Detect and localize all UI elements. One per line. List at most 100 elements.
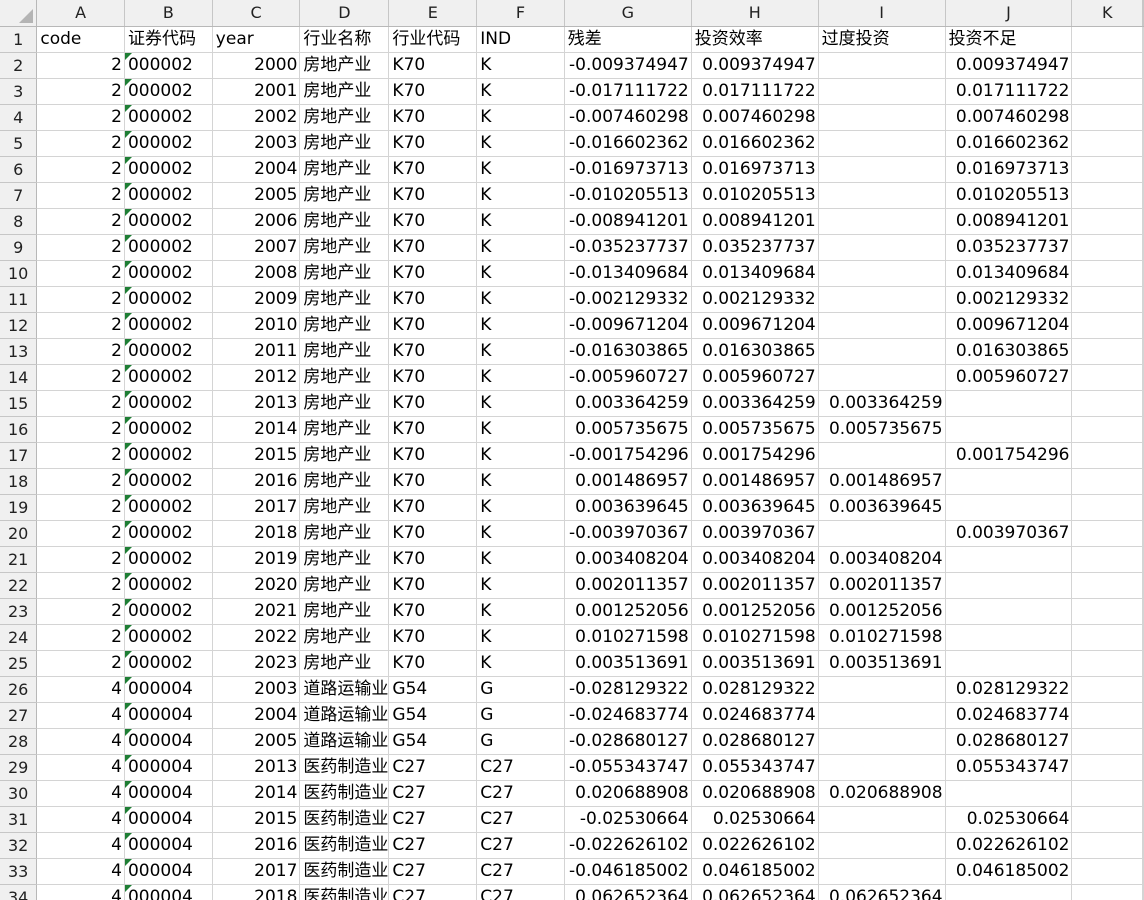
cell-code[interactable]: 4: [36, 858, 125, 885]
row-header[interactable]: 22: [0, 572, 38, 599]
cell-eff[interactable]: 0.017111722: [691, 78, 819, 105]
cell-empty[interactable]: [1142, 104, 1144, 131]
cell-ind[interactable]: K: [476, 52, 565, 79]
cell-code[interactable]: 2: [36, 468, 125, 495]
cell-sec[interactable]: 000002: [124, 624, 213, 651]
cell-eff[interactable]: 0.001252056: [691, 598, 819, 625]
cell-empty[interactable]: [1142, 312, 1144, 339]
cell-empty[interactable]: [1142, 546, 1144, 573]
cell-year[interactable]: 2017: [212, 494, 301, 521]
cell-under[interactable]: 0.003970367: [945, 520, 1073, 547]
cell-ind-code[interactable]: K70: [388, 390, 478, 417]
cell-code[interactable]: 2: [36, 494, 125, 521]
cell-empty[interactable]: [1071, 676, 1143, 703]
cell-year[interactable]: 2013: [212, 754, 301, 781]
cell-empty[interactable]: [1071, 884, 1143, 900]
row-header[interactable]: 10: [0, 260, 38, 287]
cell-code[interactable]: 2: [36, 442, 125, 469]
column-header-g[interactable]: G: [564, 0, 692, 27]
cell-over[interactable]: [818, 520, 946, 547]
cell-code[interactable]: 2: [36, 104, 125, 131]
cell-resid[interactable]: -0.003970367: [564, 520, 692, 547]
row-header[interactable]: 12: [0, 312, 38, 339]
cell[interactable]: code: [36, 26, 125, 53]
cell-resid[interactable]: -0.046185002: [564, 858, 692, 885]
cell-year[interactable]: 2022: [212, 624, 301, 651]
cell-sec[interactable]: 000004: [124, 832, 213, 859]
cell-under[interactable]: 0.010205513: [945, 182, 1073, 209]
cell-over[interactable]: 0.001486957: [818, 468, 946, 495]
column-header-c[interactable]: C: [212, 0, 301, 27]
cell-under[interactable]: 0.002129332: [945, 286, 1073, 313]
cell-resid[interactable]: -0.022626102: [564, 832, 692, 859]
cell-over[interactable]: [818, 832, 946, 859]
cell-eff[interactable]: 0.010271598: [691, 624, 819, 651]
cell-ind[interactable]: K: [476, 286, 565, 313]
cell-ind[interactable]: K: [476, 546, 565, 573]
cell-empty[interactable]: [1142, 182, 1144, 209]
cell-ind-name[interactable]: 房地产业: [299, 364, 390, 391]
cell-ind-name[interactable]: 房地产业: [299, 130, 390, 157]
cell-under[interactable]: [945, 390, 1073, 417]
cell[interactable]: IND: [476, 26, 565, 53]
cell-under[interactable]: 0.02530664: [945, 806, 1073, 833]
cell-year[interactable]: 2010: [212, 312, 301, 339]
cell-ind-code[interactable]: K70: [388, 182, 478, 209]
row-header[interactable]: 20: [0, 520, 38, 547]
cell-empty[interactable]: [1142, 676, 1144, 703]
cell-over[interactable]: [818, 260, 946, 287]
cell-under[interactable]: [945, 780, 1073, 807]
cell-over[interactable]: [818, 858, 946, 885]
cell-empty[interactable]: [1142, 78, 1144, 105]
cell-resid[interactable]: -0.024683774: [564, 702, 692, 729]
cell-over[interactable]: [818, 104, 946, 131]
cell[interactable]: [1071, 26, 1143, 53]
cell-code[interactable]: 2: [36, 78, 125, 105]
column-header-f[interactable]: F: [476, 0, 565, 27]
cell[interactable]: 证券代码: [124, 26, 213, 53]
cell-ind-code[interactable]: G54: [388, 728, 478, 755]
cell-resid[interactable]: -0.008941201: [564, 208, 692, 235]
cell-ind[interactable]: C27: [476, 806, 565, 833]
cell-eff[interactable]: 0.003364259: [691, 390, 819, 417]
row-header[interactable]: 25: [0, 650, 38, 677]
cell-empty[interactable]: [1071, 780, 1143, 807]
cell-under[interactable]: 0.009671204: [945, 312, 1073, 339]
cell-empty[interactable]: [1071, 390, 1143, 417]
cell-ind-code[interactable]: K70: [388, 624, 478, 651]
cell-sec[interactable]: 000002: [124, 52, 213, 79]
cell-empty[interactable]: [1071, 130, 1143, 157]
cell-resid[interactable]: 0.002011357: [564, 572, 692, 599]
cell-sec[interactable]: 000004: [124, 702, 213, 729]
cell-over[interactable]: [818, 208, 946, 235]
cell-empty[interactable]: [1142, 442, 1144, 469]
cell-under[interactable]: [945, 572, 1073, 599]
cell-over[interactable]: 0.003639645: [818, 494, 946, 521]
cell-under[interactable]: [945, 884, 1073, 900]
cell-sec[interactable]: 000002: [124, 338, 213, 365]
cell-empty[interactable]: [1142, 26, 1144, 53]
cell-resid[interactable]: 0.003513691: [564, 650, 692, 677]
cell-eff[interactable]: 0.003970367: [691, 520, 819, 547]
cell-ind-name[interactable]: 道路运输业: [299, 728, 390, 755]
row-header[interactable]: 14: [0, 364, 38, 391]
cell-resid[interactable]: -0.005960727: [564, 364, 692, 391]
cell[interactable]: 行业名称: [299, 26, 390, 53]
cell-code[interactable]: 2: [36, 572, 125, 599]
cell-ind-name[interactable]: 房地产业: [299, 78, 390, 105]
row-header[interactable]: 34: [0, 884, 38, 900]
cell-empty[interactable]: [1142, 468, 1144, 495]
cell-year[interactable]: 2005: [212, 728, 301, 755]
cell-ind-name[interactable]: 房地产业: [299, 104, 390, 131]
cell-year[interactable]: 2013: [212, 390, 301, 417]
cell-empty[interactable]: [1071, 52, 1143, 79]
row-header[interactable]: 29: [0, 754, 38, 781]
cell-over[interactable]: [818, 156, 946, 183]
cell-ind-code[interactable]: K70: [388, 156, 478, 183]
cell-eff[interactable]: 0.046185002: [691, 858, 819, 885]
cell-empty[interactable]: [1142, 780, 1144, 807]
cell-under[interactable]: [945, 598, 1073, 625]
cell-empty[interactable]: [1071, 598, 1143, 625]
cell-code[interactable]: 4: [36, 728, 125, 755]
cell[interactable]: 过度投资: [818, 26, 946, 53]
